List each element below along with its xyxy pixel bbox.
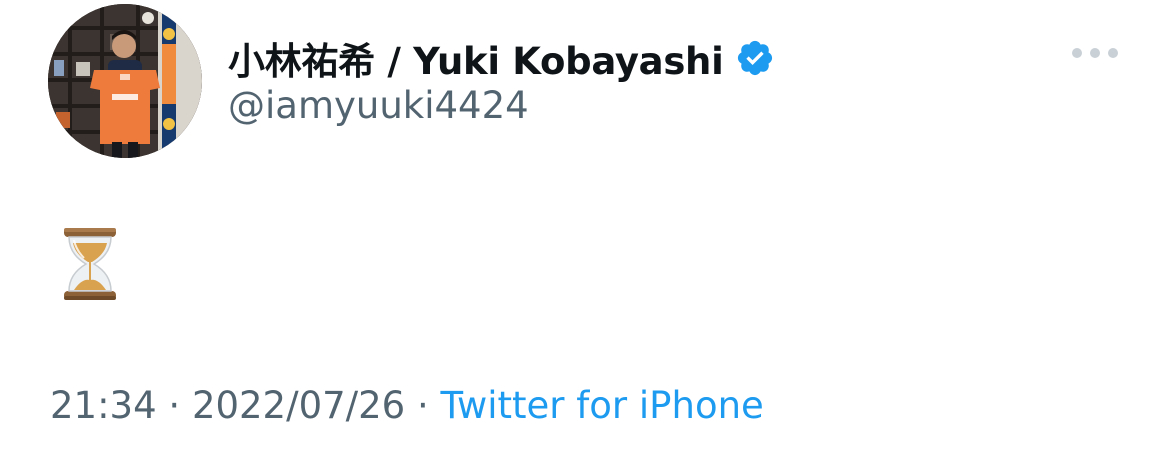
meta-separator: ·: [156, 384, 192, 427]
tweet-timestamp-row: 21:34 · 2022/07/26 · Twitter for iPhone: [50, 384, 764, 427]
tweet-time[interactable]: 21:34: [50, 384, 157, 427]
ellipsis-dot: [1072, 48, 1082, 58]
avatar[interactable]: [48, 4, 202, 158]
author-display-name[interactable]: 小林祐希 / Yuki Kobayashi: [228, 31, 724, 85]
author-name-row: 小林祐希 / Yuki Kobayashi: [228, 30, 775, 86]
tweet-source-link[interactable]: Twitter for iPhone: [441, 384, 764, 427]
ellipsis-dot: [1108, 48, 1118, 58]
tweet-card: 小林祐希 / Yuki Kobayashi @iamyuuki4424 21:3…: [0, 0, 1170, 474]
ellipsis-dot: [1090, 48, 1100, 58]
verified-badge-icon: [735, 38, 775, 78]
profile-photo-icon: [48, 4, 202, 158]
tweet-text: [60, 226, 120, 302]
hourglass-icon: [64, 228, 116, 300]
tweet-date[interactable]: 2022/07/26: [192, 384, 405, 427]
meta-separator: ·: [405, 384, 441, 427]
more-options-ellipsis-icon[interactable]: [1072, 40, 1118, 66]
author-handle[interactable]: @iamyuuki4424: [228, 84, 529, 127]
